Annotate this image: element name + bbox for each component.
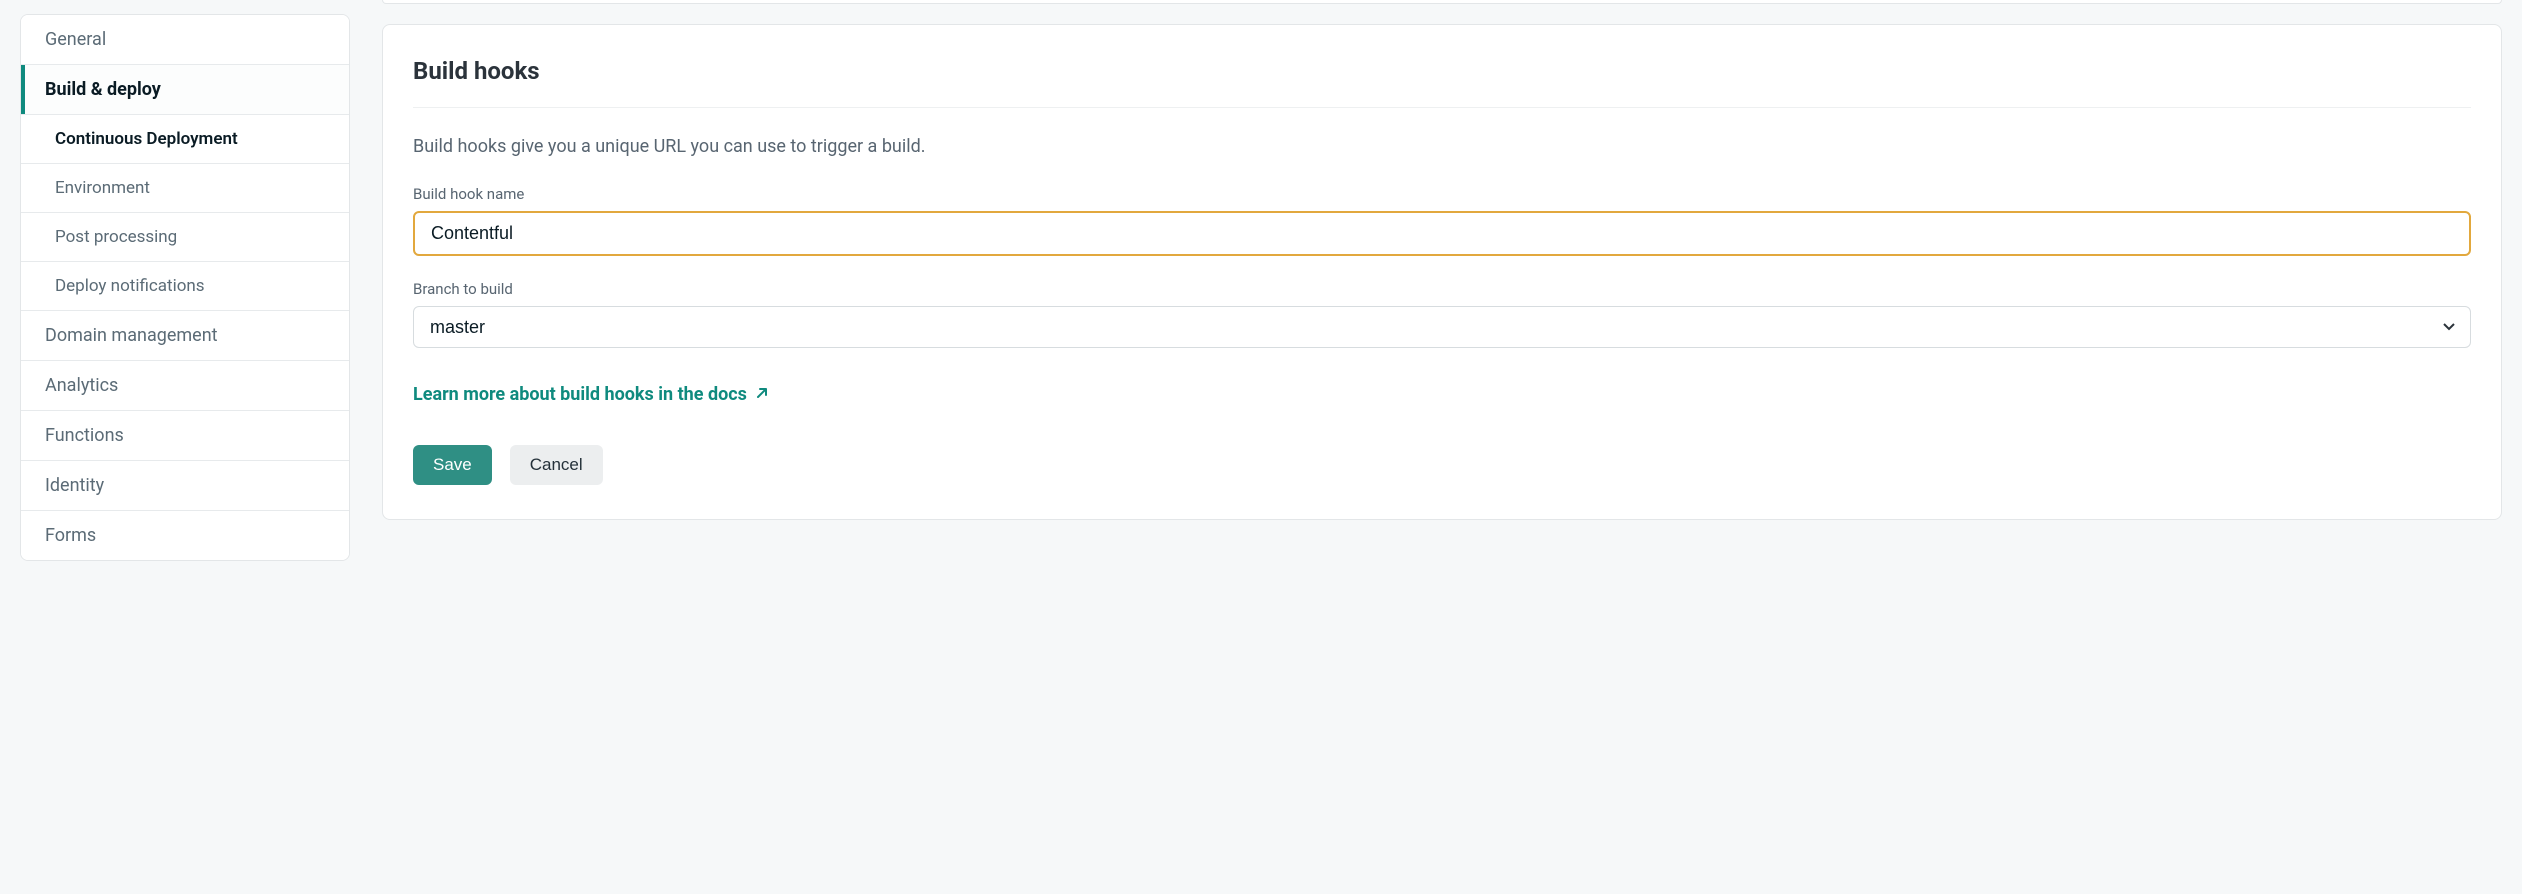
previous-card-edge xyxy=(382,0,2502,4)
branch-select-wrap: master xyxy=(413,306,2471,348)
sidebar-sub-deploy-notifications[interactable]: Deploy notifications xyxy=(21,262,349,311)
cancel-button[interactable]: Cancel xyxy=(510,445,603,485)
page-root: General Build & deploy Continuous Deploy… xyxy=(0,0,2522,561)
sidebar-item-forms[interactable]: Forms xyxy=(21,511,349,560)
sidebar-sub-environment[interactable]: Environment xyxy=(21,164,349,213)
build-hooks-card: Build hooks Build hooks give you a uniqu… xyxy=(382,24,2502,520)
branch-label: Branch to build xyxy=(413,280,2471,298)
main-column: Build hooks Build hooks give you a uniqu… xyxy=(382,0,2502,520)
sidebar-item-functions[interactable]: Functions xyxy=(21,411,349,461)
docs-link-text: Learn more about build hooks in the docs xyxy=(413,384,747,405)
sidebar-item-identity[interactable]: Identity xyxy=(21,461,349,511)
hook-name-label: Build hook name xyxy=(413,185,2471,203)
sidebar-item-general[interactable]: General xyxy=(21,15,349,65)
sidebar-sub-continuous-deployment[interactable]: Continuous Deployment xyxy=(21,115,349,164)
sidebar-item-analytics[interactable]: Analytics xyxy=(21,361,349,411)
card-title: Build hooks xyxy=(413,57,2471,108)
hook-name-input[interactable] xyxy=(413,211,2471,256)
external-link-icon xyxy=(755,384,769,405)
settings-sidebar: General Build & deploy Continuous Deploy… xyxy=(20,14,350,561)
sidebar-sub-post-processing[interactable]: Post processing xyxy=(21,213,349,262)
sidebar-item-domain-management[interactable]: Domain management xyxy=(21,311,349,361)
branch-select[interactable]: master xyxy=(413,306,2471,348)
card-description: Build hooks give you a unique URL you ca… xyxy=(413,136,2471,157)
sidebar-item-build-deploy[interactable]: Build & deploy xyxy=(21,65,349,115)
docs-link[interactable]: Learn more about build hooks in the docs xyxy=(413,384,769,405)
save-button[interactable]: Save xyxy=(413,445,492,485)
button-row: Save Cancel xyxy=(413,445,2471,485)
